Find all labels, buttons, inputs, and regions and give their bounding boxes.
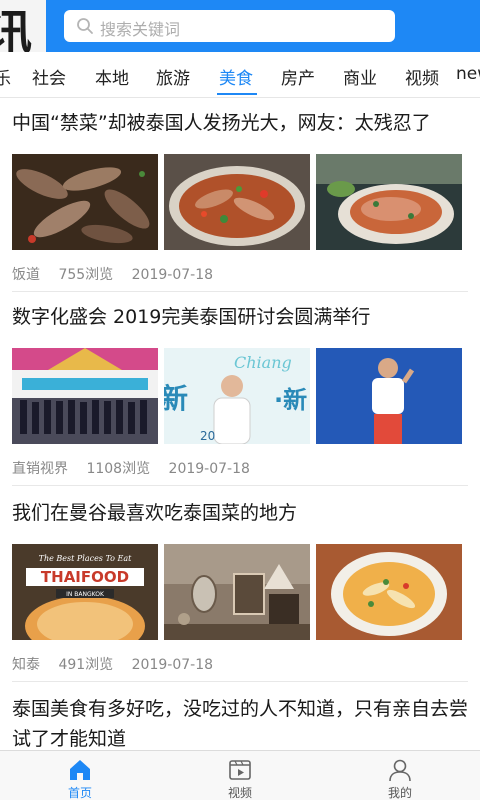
nav-video-label: 视频 <box>227 786 252 800</box>
article-source: 直销视界 <box>12 461 68 477</box>
poster-caption: IN BANGKOK <box>66 591 105 598</box>
tab-news[interactable]: new <box>456 64 480 84</box>
speaker-image[interactable]: Chiang 新 ·新 20 <box>164 348 310 444</box>
nav-home[interactable]: 首页 <box>0 751 160 800</box>
search-icon <box>77 18 93 34</box>
article-item[interactable]: 泰国美食有多好吃，没吃过的人不知道，只有亲自去尝试了才能知道 <box>0 684 480 750</box>
article-title[interactable]: 泰国美食有多好吃，没吃过的人不知道，只有亲自去尝试了才能知道 <box>12 694 468 750</box>
divider <box>12 681 468 682</box>
article-source: 饭道 <box>12 267 40 283</box>
home-icon <box>70 760 90 780</box>
tab-entertainment[interactable]: 乐 <box>0 64 11 89</box>
article-views: 755浏览 <box>58 267 114 283</box>
article-thumbnails: Chiang 新 ·新 20 <box>12 348 462 444</box>
user-icon <box>389 759 411 782</box>
thai-food-poster-image[interactable]: The Best Places To Eat THAIFOOD IN BANGK… <box>12 544 158 640</box>
app-logo[interactable]: 讯 <box>0 0 46 52</box>
shrimp-bowl-image[interactable] <box>164 154 310 250</box>
article-title[interactable]: 中国“禁菜”却被泰国人发扬光大，网友：太残忍了 <box>12 108 431 138</box>
article-views: 491浏览 <box>58 657 114 673</box>
tab-real-estate[interactable]: 房产 <box>281 64 315 89</box>
article-source: 知泰 <box>12 657 40 673</box>
search-input[interactable]: 搜索关键词 <box>64 10 395 42</box>
nav-home-label: 首页 <box>67 786 92 800</box>
event-stage-image[interactable] <box>12 348 158 444</box>
article-meta: 知泰 491浏览 2019-07-18 <box>12 654 227 674</box>
tab-business[interactable]: 商业 <box>343 64 377 89</box>
tab-travel[interactable]: 旅游 <box>156 64 190 89</box>
svg-text:Chiang: Chiang <box>234 353 292 372</box>
article-meta: 饭道 755浏览 2019-07-18 <box>12 264 227 284</box>
bottom-nav: 首页 视频 我的 <box>0 750 480 800</box>
search-placeholder: 搜索关键词 <box>100 20 181 39</box>
speaker-blue-image[interactable] <box>316 348 462 444</box>
article-date: 2019-07-18 <box>131 267 214 283</box>
article-item[interactable]: 中国“禁菜”却被泰国人发扬光大，网友：太残忍了 饭道 755浏览 2019-07… <box>0 98 480 292</box>
article-item[interactable]: 数字化盛会 2019完美泰国研讨会圆满举行 Chiang 新 ·新 20 直销视… <box>0 292 480 486</box>
article-date: 2019-07-18 <box>168 461 250 477</box>
video-icon <box>229 760 251 780</box>
tab-local[interactable]: 本地 <box>95 64 129 89</box>
article-title[interactable]: 我们在曼谷最喜欢吃泰国菜的地方 <box>12 498 297 528</box>
article-title[interactable]: 数字化盛会 2019完美泰国研讨会圆满举行 <box>12 302 370 332</box>
poster-subtitle: The Best Places To Eat <box>39 554 133 563</box>
article-item[interactable]: 我们在曼谷最喜欢吃泰国菜的地方 The Best Places To Eat T… <box>0 488 480 682</box>
logo-text: 讯 <box>0 5 32 52</box>
poster-title: THAIFOOD <box>41 568 129 586</box>
tab-food[interactable]: 美食 <box>219 64 253 89</box>
nav-profile[interactable]: 我的 <box>320 751 480 800</box>
svg-text:·新: ·新 <box>274 386 307 414</box>
svg-text:新: 新 <box>164 382 188 415</box>
tab-video[interactable]: 视频 <box>405 64 439 89</box>
article-date: 2019-07-18 <box>131 657 214 673</box>
article-meta: 直销视界 1108浏览 2019-07-18 <box>12 458 264 478</box>
svg-text:20: 20 <box>200 429 215 443</box>
shrimp-plate-image[interactable] <box>316 154 462 250</box>
shrimp-dish-image[interactable] <box>12 154 158 250</box>
tab-society[interactable]: 社会 <box>32 64 66 89</box>
nav-video[interactable]: 视频 <box>160 751 320 800</box>
article-views: 1108浏览 <box>86 461 151 477</box>
nav-profile-label: 我的 <box>387 786 412 800</box>
category-tabs: 乐 社会 本地 旅游 美食 房产 商业 视频 new <box>0 52 480 98</box>
top-header: 讯 搜索关键词 <box>0 0 480 52</box>
divider <box>12 485 468 486</box>
restaurant-decor-image[interactable] <box>164 544 310 640</box>
thai-soup-image[interactable] <box>316 544 462 640</box>
article-thumbnails <box>12 154 462 250</box>
article-thumbnails: The Best Places To Eat THAIFOOD IN BANGK… <box>12 544 462 640</box>
active-tab-indicator <box>217 93 257 95</box>
